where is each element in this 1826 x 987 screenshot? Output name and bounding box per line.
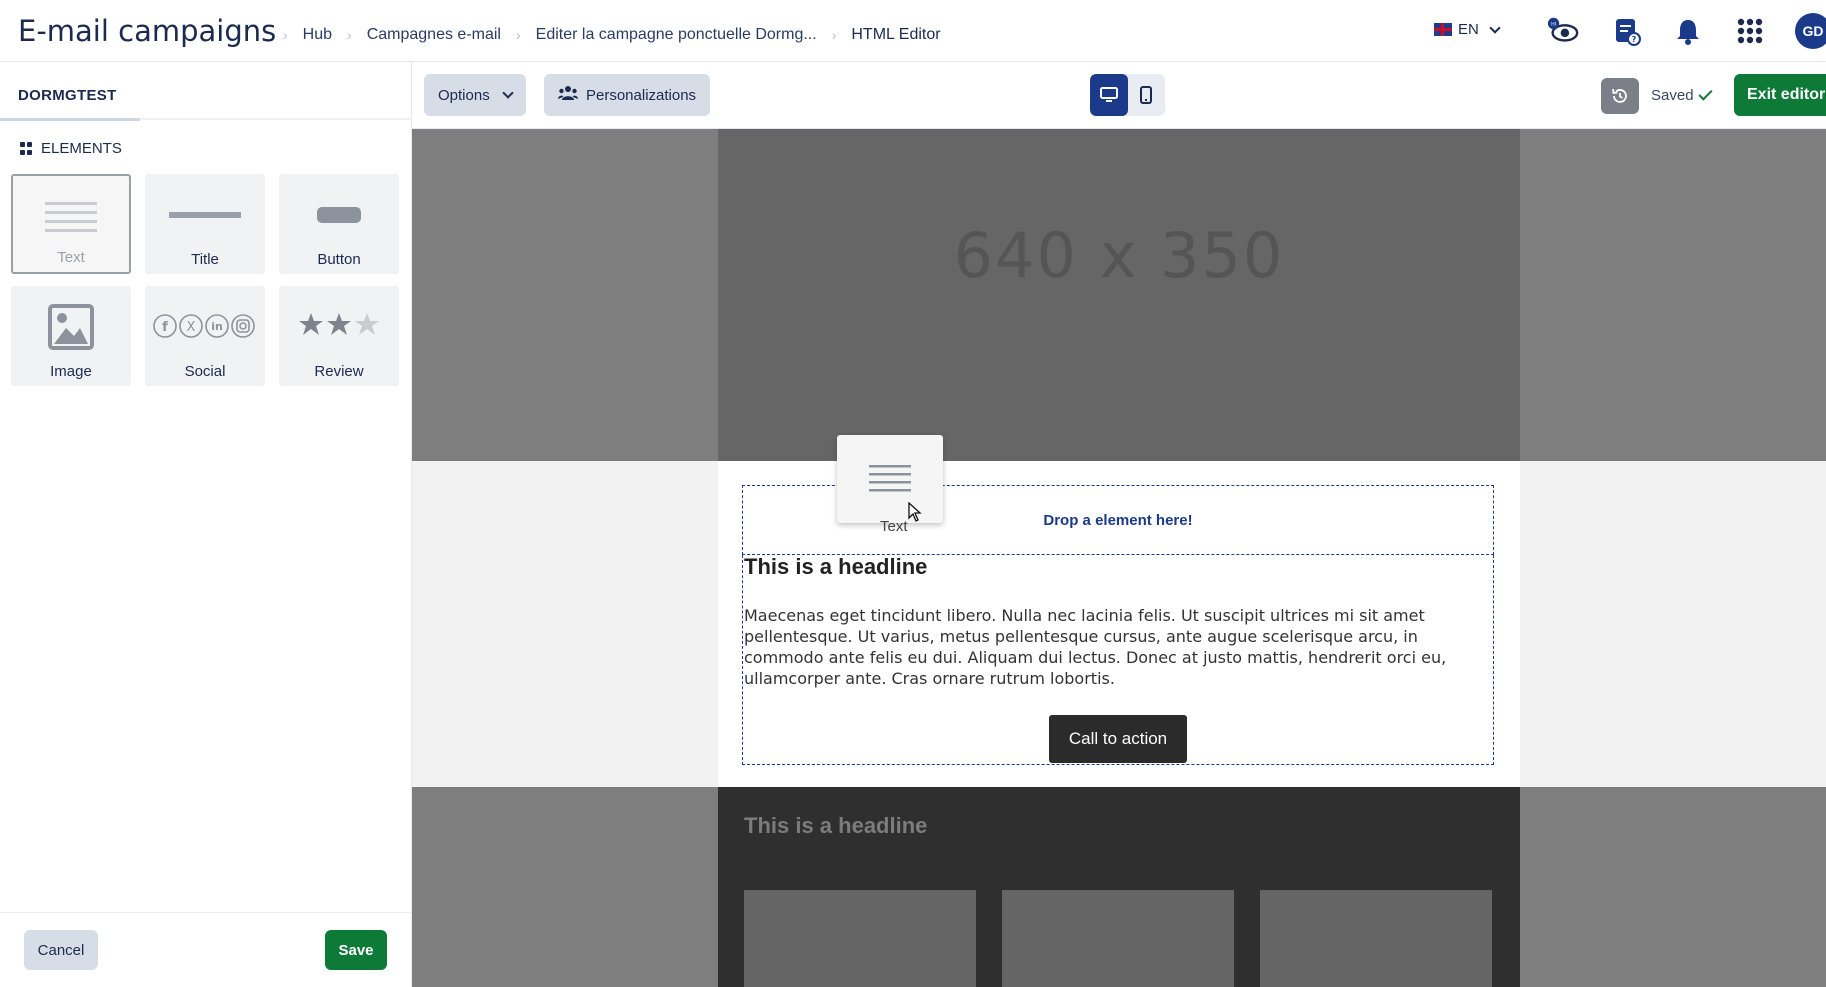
personalizations-label: Personalizations bbox=[586, 86, 697, 104]
element-tile-label: Image bbox=[50, 363, 92, 380]
chevron-down-icon bbox=[1489, 21, 1501, 34]
element-tile-title[interactable]: Title bbox=[145, 174, 265, 274]
drag-ghost-tile bbox=[837, 435, 943, 523]
hero-image-placeholder[interactable]: 640 x 350 bbox=[718, 129, 1520, 461]
cancel-button[interactable]: Cancel bbox=[24, 930, 98, 970]
breadcrumb-separator-icon: › bbox=[347, 27, 352, 43]
email-canvas: 640 x 350 Drop a element here! This is a… bbox=[412, 129, 1826, 987]
content-headline[interactable]: This is a headline bbox=[744, 554, 927, 580]
history-button[interactable] bbox=[1601, 78, 1639, 114]
svg-text:HI: HI bbox=[1551, 21, 1556, 27]
svg-text:?: ? bbox=[1632, 35, 1637, 44]
options-button[interactable]: Options bbox=[424, 74, 526, 116]
breadcrumb-separator-icon: › bbox=[515, 27, 521, 43]
breadcrumb-html-editor: HTML Editor bbox=[851, 26, 941, 43]
text-lines-icon bbox=[13, 198, 129, 232]
users-icon bbox=[558, 85, 578, 105]
thumbnail-placeholder[interactable] bbox=[1002, 890, 1234, 987]
language-code: EN bbox=[1458, 21, 1479, 38]
title-bar-icon bbox=[145, 196, 265, 230]
tab-active-indicator bbox=[0, 118, 140, 121]
desktop-icon bbox=[1099, 87, 1118, 102]
assistant-eye-icon[interactable]: HI bbox=[1546, 14, 1580, 48]
hero-placeholder-text: 640 x 350 bbox=[953, 219, 1285, 292]
save-button[interactable]: Save bbox=[325, 930, 387, 970]
editor-toolbar: Options Personalizations Saved Exit edit… bbox=[412, 62, 1826, 129]
history-icon bbox=[1612, 88, 1627, 103]
thumbnail-placeholder[interactable] bbox=[744, 890, 976, 987]
elements-heading: ELEMENTS bbox=[20, 140, 122, 157]
apps-grid-icon[interactable] bbox=[1733, 14, 1767, 48]
element-tile-social[interactable]: f X in Social bbox=[145, 286, 265, 386]
element-tile-review[interactable]: Review bbox=[279, 286, 399, 386]
uk-flag-icon bbox=[1434, 23, 1452, 36]
exit-editor-button[interactable]: Exit editor bbox=[1734, 74, 1826, 116]
element-tile-label: Text bbox=[57, 249, 85, 266]
stars-icon bbox=[279, 308, 399, 340]
language-selector[interactable]: EN bbox=[1434, 21, 1501, 38]
elements-heading-label: ELEMENTS bbox=[41, 140, 122, 157]
content-body-text[interactable]: Maecenas eget tincidunt libero. Nulla ne… bbox=[744, 605, 1484, 689]
footer-divider bbox=[0, 912, 412, 913]
desktop-view-button[interactable] bbox=[1090, 74, 1128, 116]
breadcrumb-edit-campaign[interactable]: Editer la campagne ponctuelle Dormg... bbox=[536, 26, 817, 44]
mobile-icon bbox=[1140, 86, 1153, 104]
social-icons: f X in bbox=[145, 308, 265, 340]
element-tile-button[interactable]: Button bbox=[279, 174, 399, 274]
chevron-down-icon bbox=[502, 87, 514, 99]
breadcrumb-campaigns[interactable]: Campagnes e-mail bbox=[367, 26, 501, 44]
mobile-view-button[interactable] bbox=[1128, 74, 1166, 116]
element-tile-text[interactable]: Text bbox=[11, 174, 131, 274]
mouse-cursor-icon bbox=[908, 502, 922, 522]
saved-label: Saved bbox=[1651, 87, 1694, 104]
bell-icon[interactable] bbox=[1671, 14, 1705, 48]
call-to-action-button[interactable]: Call to action bbox=[1049, 715, 1187, 763]
button-shape-icon bbox=[279, 196, 399, 230]
tab-dormgtest[interactable]: DORMGTEST bbox=[18, 87, 117, 104]
text-lines-icon bbox=[869, 465, 911, 492]
check-icon bbox=[1697, 86, 1713, 101]
options-label: Options bbox=[438, 86, 490, 104]
element-tile-label: Social bbox=[184, 363, 226, 380]
elements-grid-icon bbox=[20, 142, 33, 155]
element-tile-label: Button bbox=[317, 251, 361, 268]
help-document-icon[interactable]: ? bbox=[1610, 14, 1644, 48]
svg-text:f: f bbox=[162, 320, 168, 335]
personalizations-button[interactable]: Personalizations bbox=[544, 74, 711, 116]
element-tile-image[interactable]: Image bbox=[11, 286, 131, 386]
element-tile-label: Title bbox=[191, 251, 219, 268]
breadcrumb-separator-icon: › bbox=[831, 27, 837, 43]
app-title: E-mail campaigns bbox=[18, 14, 277, 48]
breadcrumb-separator-icon: › bbox=[283, 27, 288, 43]
drag-ghost-label: Text bbox=[880, 518, 908, 535]
svg-text:X: X bbox=[187, 320, 196, 335]
left-panel: DORMGTEST ELEMENTS Text Title Button Ima… bbox=[0, 62, 412, 987]
breadcrumb-hub[interactable]: Hub bbox=[303, 26, 332, 44]
element-tile-label: Review bbox=[314, 363, 364, 380]
image-icon bbox=[11, 304, 131, 350]
svg-text:in: in bbox=[211, 320, 223, 333]
top-bar: E-mail campaigns › Hub › Campagnes e-mai… bbox=[0, 0, 1826, 62]
dark-section-headline[interactable]: This is a headline bbox=[744, 813, 927, 839]
thumbnail-placeholder[interactable] bbox=[1260, 890, 1492, 987]
device-preview-toggle bbox=[1090, 74, 1165, 116]
avatar[interactable]: GD bbox=[1795, 13, 1826, 49]
save-status: Saved bbox=[1651, 86, 1713, 104]
breadcrumb: › Hub › Campagnes e-mail › Editer la cam… bbox=[268, 26, 941, 44]
